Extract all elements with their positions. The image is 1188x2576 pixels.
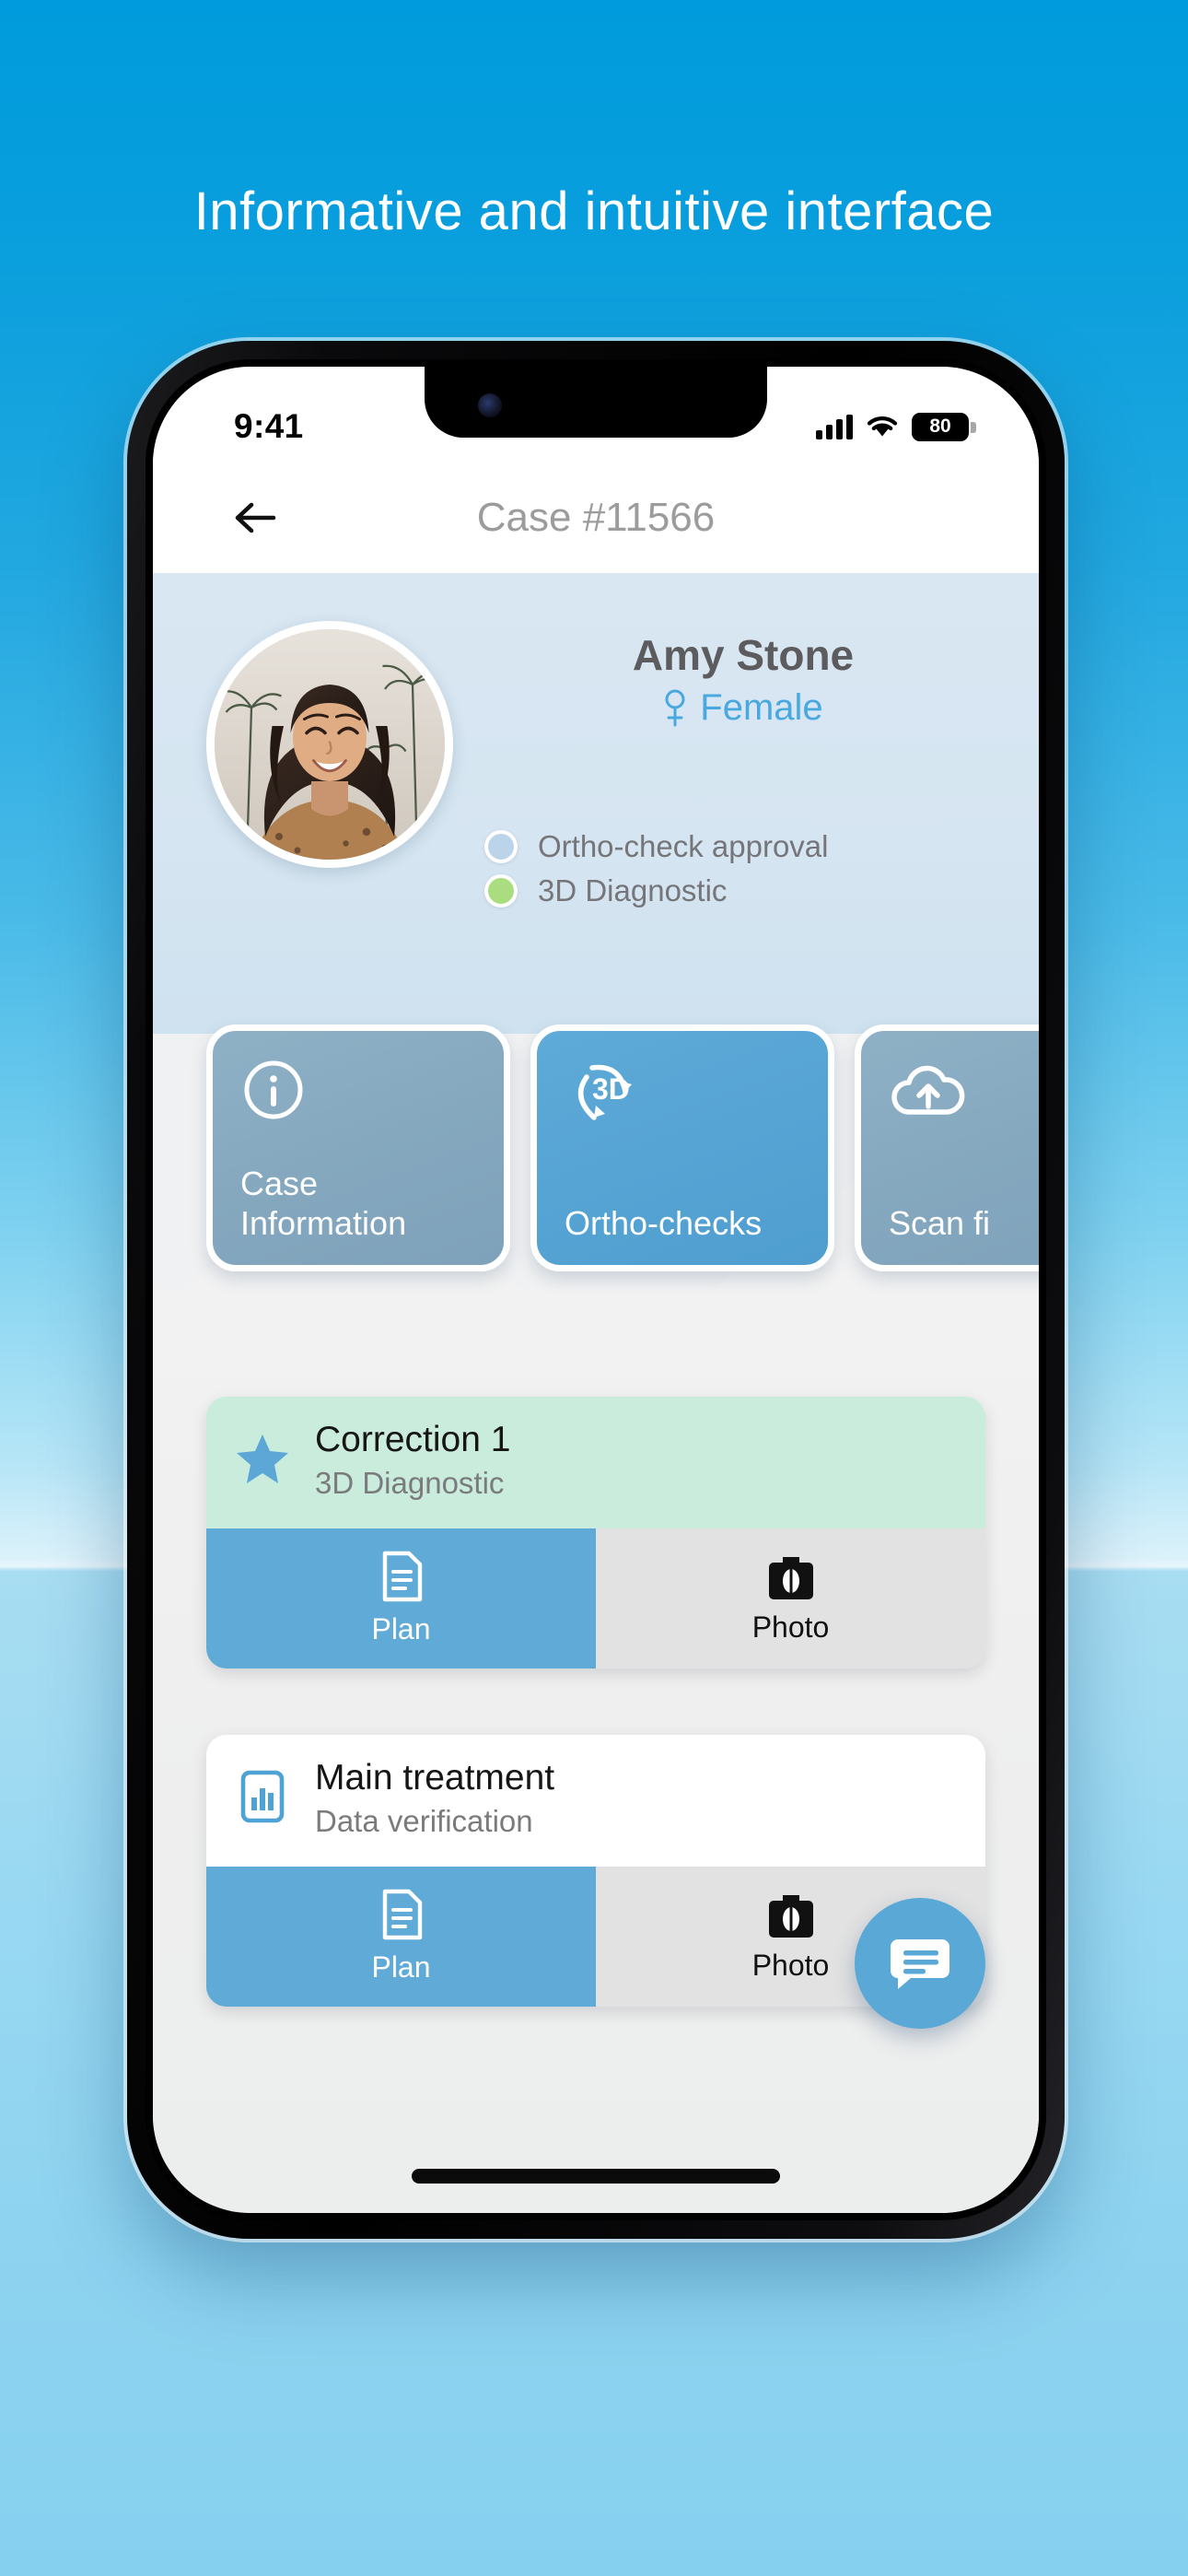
battery-level-label: 80 <box>929 416 951 437</box>
avatar-photo <box>215 629 445 860</box>
document-icon <box>382 1890 422 1940</box>
status-dot <box>484 874 518 907</box>
action-card-row[interactable]: Case Information 3D Ortho-checks Scan fi <box>153 1025 1039 1292</box>
back-button[interactable] <box>223 486 287 550</box>
status-item-3d-diagnostic: 3D Diagnostic <box>484 873 828 908</box>
patient-name: Amy Stone <box>632 631 855 679</box>
plan-button[interactable]: Plan <box>206 1866 596 2007</box>
chat-fab-button[interactable] <box>855 1898 985 2029</box>
treatment-subtitle: 3D Diagnostic <box>315 1465 505 1500</box>
treatment-title: Correction 1 <box>315 1420 511 1459</box>
plan-button-label: Plan <box>371 1950 431 1985</box>
patient-info: Amy Stone Female <box>484 630 1002 729</box>
treatment-subtitle: Data verification <box>315 1803 533 1838</box>
patient-gender: Female <box>484 687 1002 729</box>
photo-button[interactable]: Photo <box>596 1528 985 1669</box>
info-circle-icon <box>240 1057 307 1128</box>
star-icon <box>234 1430 291 1492</box>
phone-frame: 9:41 80 Case #11566 Amy Stone Female Ort… <box>127 341 1065 2239</box>
patient-header: Amy Stone Female Ortho-check approval 3D… <box>153 573 1039 1034</box>
home-indicator <box>412 2169 780 2184</box>
camera-icon <box>768 1895 813 1938</box>
status-dot <box>484 830 518 863</box>
plan-button[interactable]: Plan <box>206 1528 596 1669</box>
cloud-upload-icon <box>889 1057 968 1128</box>
treatment-text: Correction 1 3D Diagnostic <box>315 1420 511 1501</box>
bar-chart-icon <box>234 1768 291 1830</box>
battery-icon: 80 <box>912 412 976 441</box>
photo-button-label: Photo <box>751 1610 830 1645</box>
status-item-ortho-check: Ortho-check approval <box>484 829 828 864</box>
action-card-ortho-checks[interactable]: 3D Ortho-checks <box>530 1025 834 1271</box>
front-camera-icon <box>478 393 502 417</box>
patient-gender-label: Female <box>700 687 823 728</box>
device-notch <box>425 367 767 438</box>
camera-icon <box>768 1557 813 1600</box>
3d-rotate-icon: 3D <box>565 1057 653 1141</box>
status-label: 3D Diagnostic <box>538 873 728 907</box>
status-bar-time: 9:41 <box>234 407 304 445</box>
signal-bars-icon <box>816 414 853 439</box>
nav-bar: Case #11566 <box>153 463 1039 573</box>
chat-bubble-icon <box>891 1939 949 1989</box>
action-card-label: Case Information <box>240 1165 407 1242</box>
treatment-text: Main treatment Data verification <box>315 1757 555 1839</box>
treatment-card-correction-1[interactable]: Correction 1 3D Diagnostic Plan Photo <box>206 1397 985 1669</box>
action-card-scan-files[interactable]: Scan fi <box>855 1025 1039 1271</box>
phone-bezel: 9:41 80 Case #11566 Amy Stone Female Ort… <box>146 359 1046 2220</box>
patient-status-list: Ortho-check approval 3D Diagnostic <box>484 829 828 918</box>
phone-screen: 9:41 80 Case #11566 Amy Stone Female Ort… <box>153 367 1039 2213</box>
status-bar-indicators: 80 <box>816 412 976 441</box>
promo-headline: Informative and intuitive interface <box>193 181 995 241</box>
photo-button-label: Photo <box>751 1949 830 1983</box>
status-label: Ortho-check approval <box>538 829 829 863</box>
treatment-actions: Plan Photo <box>206 1528 985 1669</box>
female-symbol-icon <box>665 689 685 726</box>
action-card-case-information[interactable]: Case Information <box>206 1025 510 1271</box>
wifi-icon <box>867 416 898 437</box>
treatment-title: Main treatment <box>315 1757 555 1797</box>
action-card-label: Scan fi <box>889 1203 991 1242</box>
treatment-card-header: Main treatment Data verification <box>206 1734 985 1867</box>
avatar[interactable] <box>206 621 453 868</box>
back-arrow-icon <box>235 502 276 533</box>
plan-button-label: Plan <box>371 1612 431 1646</box>
action-card-label: Ortho-checks <box>565 1203 763 1242</box>
document-icon <box>382 1551 422 1602</box>
treatment-card-header: Correction 1 3D Diagnostic <box>206 1397 985 1528</box>
